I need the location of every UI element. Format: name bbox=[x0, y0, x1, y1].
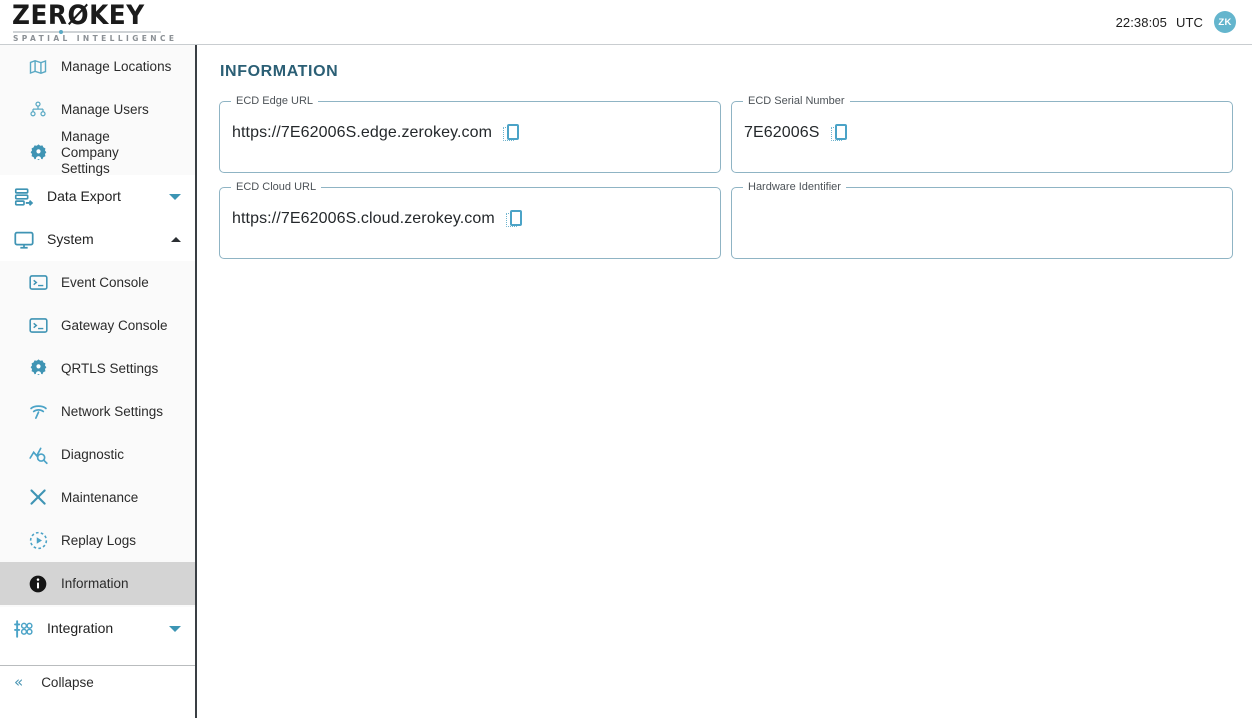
sidebar-item-manage-locations[interactable]: Manage Locations bbox=[0, 45, 195, 88]
map-icon bbox=[27, 56, 49, 78]
sidebar-group-integration[interactable]: Integration bbox=[0, 607, 195, 650]
sidebar-item-maintenance[interactable]: Maintenance bbox=[0, 476, 195, 519]
copy-icon-front bbox=[507, 124, 520, 140]
field-ecd-serial-number: ECD Serial Number 7E62006S bbox=[731, 95, 1233, 173]
sidebar-group-label: Integration bbox=[47, 620, 114, 637]
field-legend: ECD Edge URL bbox=[236, 95, 314, 107]
logo-wordmark: ZERØKEY bbox=[12, 0, 145, 31]
sidebar-item-label: Event Console bbox=[61, 274, 149, 290]
main-content: INFORMATION ECD Edge URL https://7E62006… bbox=[199, 45, 1252, 718]
brand-logo[interactable]: ZERØKEY SPATIAL INTELLIGENCE bbox=[12, 2, 177, 43]
sidebar-collapse-label: Collapse bbox=[41, 675, 94, 690]
copy-icon[interactable] bbox=[505, 210, 524, 228]
field-body: https://7E62006S.cloud.zerokey.com bbox=[220, 193, 720, 245]
diagnostic-icon bbox=[27, 444, 49, 466]
sidebar-collapse-button[interactable]: « Collapse bbox=[0, 665, 195, 695]
field-body: 7E62006S bbox=[732, 107, 1232, 159]
sidebar-item-qrtls-settings[interactable]: QRTLS Settings bbox=[0, 347, 195, 390]
chevron-down-icon[interactable] bbox=[169, 193, 181, 200]
company-gear-icon bbox=[27, 142, 49, 164]
logo-tagline: SPATIAL INTELLIGENCE bbox=[13, 33, 178, 43]
copy-icon[interactable] bbox=[503, 124, 521, 142]
sidebar-system-submenu: Event Console Gateway Console QRTLS Sett… bbox=[0, 261, 195, 607]
chevron-up-icon[interactable] bbox=[171, 237, 181, 242]
sidebar-item-label: Gateway Console bbox=[61, 317, 168, 333]
sidebar-item-label: Replay Logs bbox=[61, 532, 137, 548]
clock-time: 22:38:05 bbox=[1115, 14, 1167, 30]
gear-icon bbox=[27, 358, 49, 380]
sidebar-item-network-settings[interactable]: Network Settings bbox=[0, 390, 195, 433]
field-body bbox=[732, 193, 1232, 245]
copy-icon-front bbox=[509, 210, 522, 226]
sidebar-group-data-export[interactable]: Data Export bbox=[0, 175, 195, 218]
sidebar-group-system[interactable]: System bbox=[0, 218, 195, 261]
sidebar-item-replay-logs[interactable]: Replay Logs bbox=[0, 519, 195, 562]
wifi-icon bbox=[27, 401, 49, 423]
avatar[interactable]: ZK bbox=[1214, 11, 1236, 33]
app-header: ZERØKEY SPATIAL INTELLIGENCE 22:38:05 UT… bbox=[0, 0, 1252, 45]
clock-timezone: UTC bbox=[1175, 14, 1203, 30]
field-value: https://7E62006S.cloud.zerokey.com bbox=[232, 210, 495, 227]
field-ecd-edge-url: ECD Edge URL https://7E62006S.edge.zerok… bbox=[219, 95, 721, 173]
double-chevron-left-icon: « bbox=[14, 673, 24, 691]
sidebar-item-label: Diagnostic bbox=[61, 446, 125, 462]
terminal-icon bbox=[27, 272, 49, 294]
logo-divider bbox=[13, 29, 161, 34]
field-value: 7E62006S bbox=[744, 124, 820, 141]
sidebar-top-group: Manage Locations Manage Users Manage Com… bbox=[0, 45, 195, 176]
field-hardware-identifier: Hardware Identifier bbox=[731, 181, 1233, 259]
field-legend: ECD Cloud URL bbox=[236, 181, 317, 193]
sidebar-item-event-console[interactable]: Event Console bbox=[0, 261, 195, 304]
sidebar-item-information[interactable]: Information bbox=[0, 562, 195, 605]
information-fields-grid: ECD Edge URL https://7E62006S.edge.zerok… bbox=[219, 95, 1233, 259]
sidebar: Manage Locations Manage Users Manage Com… bbox=[0, 45, 197, 718]
copy-icon-front bbox=[834, 124, 847, 140]
copy-icon[interactable] bbox=[830, 124, 849, 142]
replay-icon bbox=[27, 530, 49, 552]
sidebar-item-manage-company-settings[interactable]: Manage Company Settings bbox=[0, 129, 195, 176]
sidebar-item-gateway-console[interactable]: Gateway Console bbox=[0, 304, 195, 347]
sidebar-item-label: Manage Company Settings bbox=[61, 129, 119, 176]
integration-icon bbox=[12, 617, 36, 641]
chevron-down-icon[interactable] bbox=[169, 625, 181, 632]
sidebar-item-label: Maintenance bbox=[61, 489, 139, 505]
field-legend: ECD Serial Number bbox=[748, 95, 845, 107]
sidebar-item-manage-users[interactable]: Manage Users bbox=[0, 88, 195, 131]
sidebar-item-label: Information bbox=[61, 575, 129, 591]
export-icon bbox=[12, 185, 36, 209]
page-title: INFORMATION bbox=[220, 63, 339, 80]
terminal-icon bbox=[27, 315, 49, 337]
sidebar-item-diagnostic[interactable]: Diagnostic bbox=[0, 433, 195, 476]
tools-icon bbox=[27, 487, 49, 509]
field-ecd-cloud-url: ECD Cloud URL https://7E62006S.cloud.zer… bbox=[219, 181, 721, 259]
header-right-cluster: 22:38:05 UTC ZK bbox=[1116, 11, 1236, 33]
sidebar-item-label: Network Settings bbox=[61, 403, 164, 419]
monitor-icon bbox=[12, 228, 36, 252]
sidebar-item-label: Manage Users bbox=[61, 101, 149, 117]
field-value: https://7E62006S.edge.zerokey.com bbox=[232, 124, 493, 141]
sidebar-group-label: Data Export bbox=[47, 188, 121, 205]
sidebar-item-label: Manage Locations bbox=[61, 58, 172, 74]
field-legend: Hardware Identifier bbox=[748, 181, 841, 193]
sidebar-group-label: System bbox=[47, 231, 94, 248]
field-body: https://7E62006S.edge.zerokey.com bbox=[220, 107, 720, 159]
sidebar-item-label: QRTLS Settings bbox=[61, 360, 159, 376]
info-icon bbox=[27, 573, 49, 595]
users-icon bbox=[27, 99, 49, 121]
